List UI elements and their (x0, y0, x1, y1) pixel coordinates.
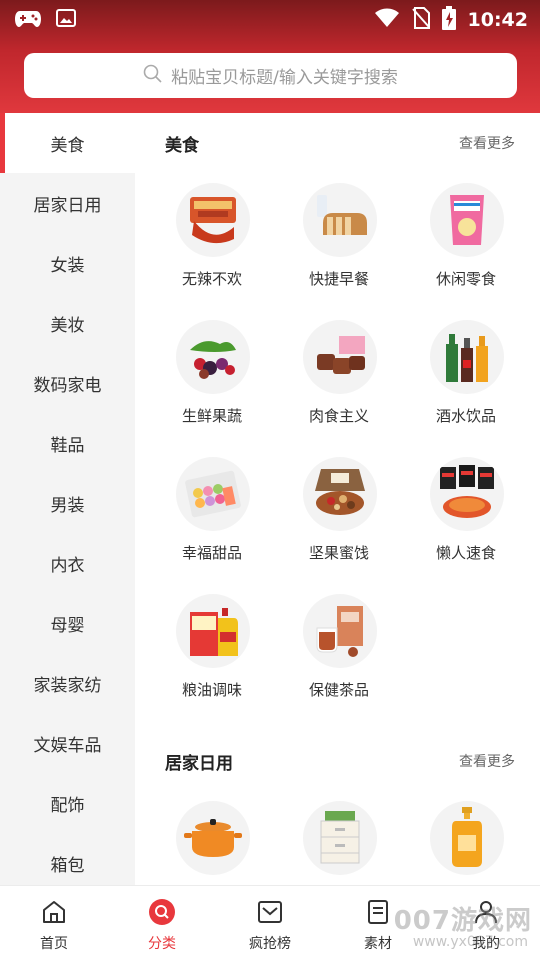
sidebar-item-label: 女装 (50, 255, 85, 276)
sidebar-item-underwear[interactable]: 内衣 (0, 533, 135, 593)
category-tile[interactable]: 休闲零食 (416, 183, 516, 303)
category-label: 酒水饮品 (435, 407, 496, 425)
sidebar-item-food[interactable]: 美食 (0, 113, 135, 173)
sidebar-item-label: 男装 (50, 495, 85, 516)
search-circle-icon (148, 898, 176, 926)
sidebar-item-home-textile[interactable]: 家装家纺 (0, 653, 135, 713)
sidebar-item-label: 配饰 (50, 795, 85, 816)
sidebar-item-mens-wear[interactable]: 男装 (0, 473, 135, 533)
category-label: 懒人速食 (435, 544, 496, 562)
category-label: 粮油调味 (181, 681, 242, 699)
sidebar-item-accessories[interactable]: 配饰 (0, 773, 135, 833)
category-sidebar: 美食 居家日用 女装 美妆 数码家电 鞋品 男装 内衣 母婴 家装家纺 文娱车品… (0, 113, 135, 885)
sidebar-item-home-daily[interactable]: 居家日用 (0, 173, 135, 233)
status-bar: 10:42 (0, 0, 540, 38)
spicy-snacks-icon (176, 183, 250, 257)
search-input[interactable]: 粘贴宝贝标题/输入关键字搜索 (24, 53, 517, 98)
category-tile[interactable] (416, 801, 516, 885)
fruits-icon (176, 320, 250, 394)
section-header: 美食 查看更多 (165, 131, 515, 156)
sidebar-item-shoes[interactable]: 鞋品 (0, 413, 135, 473)
sidebar-item-womens-wear[interactable]: 女装 (0, 233, 135, 293)
category-label: 无辣不欢 (181, 270, 242, 288)
category-tile[interactable]: 肉食主义 (289, 320, 389, 440)
sidebar-item-label: 美食 (50, 135, 85, 156)
sidebar-item-beauty[interactable]: 美妆 (0, 293, 135, 353)
macarons-icon (176, 457, 250, 531)
category-label: 保健茶品 (308, 681, 369, 699)
watermark: 007游戏网 (393, 906, 532, 936)
instant-noodles-icon (430, 457, 504, 531)
search-icon (143, 64, 163, 88)
sidebar-item-label: 文娱车品 (33, 735, 102, 756)
storage-drawers-icon (303, 801, 377, 875)
image-icon (56, 8, 76, 32)
category-label: 快捷早餐 (308, 270, 369, 288)
sidebar-item-label: 箱包 (50, 855, 85, 876)
no-sim-icon (411, 7, 430, 33)
shampoo-bottle-icon (430, 801, 504, 875)
view-more-link[interactable]: 查看更多 (459, 751, 515, 771)
category-tile[interactable]: 无辣不欢 (162, 183, 262, 303)
wifi-icon (374, 7, 400, 33)
category-content: 美食 查看更多 无辣不欢 快捷早餐 休闲零食 生鲜果蔬 肉食主义 酒水饮品 幸福… (135, 113, 540, 885)
category-tile[interactable]: 保健茶品 (289, 594, 389, 714)
section-title: 美食 (165, 136, 199, 156)
category-tile[interactable]: 坚果蜜饯 (289, 457, 389, 577)
nav-label: 分类 (148, 936, 176, 952)
category-tile[interactable]: 酒水饮品 (416, 320, 516, 440)
watermark-url: www.yx007.com (412, 934, 528, 950)
sidebar-item-label: 数码家电 (33, 375, 102, 396)
category-tile[interactable] (162, 801, 262, 885)
sidebar-item-baby[interactable]: 母婴 (0, 593, 135, 653)
search-placeholder: 粘贴宝贝标题/输入关键字搜索 (171, 68, 398, 88)
bread-icon (303, 183, 377, 257)
category-tile[interactable]: 快捷早餐 (289, 183, 389, 303)
nuts-box-icon (303, 457, 377, 531)
nav-ranking[interactable]: 疯抢榜 (216, 886, 324, 960)
sidebar-item-label: 内衣 (50, 555, 85, 576)
bottles-icon (430, 320, 504, 394)
sidebar-item-label: 家装家纺 (33, 675, 102, 696)
section-title: 居家日用 (165, 754, 233, 774)
section-header: 居家日用 查看更多 (165, 749, 515, 774)
category-tile[interactable]: 粮油调味 (162, 594, 262, 714)
category-label: 肉食主义 (308, 407, 369, 425)
nav-category[interactable]: 分类 (108, 886, 216, 960)
sidebar-item-bags[interactable]: 箱包 (0, 833, 135, 885)
category-tile[interactable]: 懒人速食 (416, 457, 516, 577)
cast-iron-pot-icon (176, 801, 250, 875)
nav-label: 首页 (40, 936, 68, 952)
category-label: 休闲零食 (435, 270, 496, 288)
battery-charging-icon (441, 6, 456, 34)
document-icon (364, 898, 392, 926)
tea-icon (303, 594, 377, 668)
category-tile[interactable]: 幸福甜品 (162, 457, 262, 577)
gamepad-icon (14, 8, 42, 32)
sidebar-item-label: 母婴 (50, 615, 85, 636)
view-more-link[interactable]: 查看更多 (459, 133, 515, 153)
category-tile[interactable] (289, 801, 389, 885)
header-background: 10:42 粘贴宝贝标题/输入关键字搜索 (0, 0, 540, 113)
nav-label: 疯抢榜 (249, 936, 291, 952)
nav-home[interactable]: 首页 (0, 886, 108, 960)
sidebar-item-label: 美妆 (50, 315, 85, 336)
clock: 10:42 (467, 9, 528, 31)
rice-oil-icon (176, 594, 250, 668)
category-label: 生鲜果蔬 (181, 407, 242, 425)
braised-meat-icon (303, 320, 377, 394)
category-label: 幸福甜品 (181, 544, 242, 562)
category-tile[interactable]: 生鲜果蔬 (162, 320, 262, 440)
chips-bag-icon (430, 183, 504, 257)
sidebar-item-digital[interactable]: 数码家电 (0, 353, 135, 413)
sidebar-item-entertainment-car[interactable]: 文娱车品 (0, 713, 135, 773)
home-icon (40, 898, 68, 926)
ranking-icon (256, 898, 284, 926)
sidebar-item-label: 居家日用 (33, 195, 102, 216)
category-label: 坚果蜜饯 (308, 544, 369, 562)
sidebar-item-label: 鞋品 (50, 435, 85, 456)
